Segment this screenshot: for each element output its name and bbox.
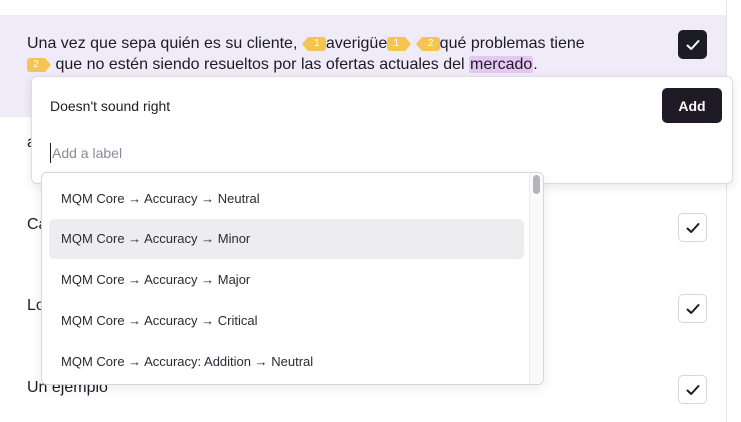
segment-source-text[interactable]: Una vez que sepa quién es su cliente, 1a…	[27, 33, 657, 75]
dropdown-scroll-thumb[interactable]	[533, 175, 540, 194]
segment-text-part: qué problemas tiene	[439, 35, 585, 52]
segment-confirm-button[interactable]	[678, 375, 707, 404]
add-button[interactable]: Add	[662, 88, 722, 123]
right-divider	[726, 0, 727, 422]
label-option[interactable]: MQM Core → Accuracy → Major	[49, 260, 524, 300]
segment-text-part: que no estén siendo resueltos por las of…	[51, 56, 470, 73]
tag-2-open[interactable]: 2	[415, 37, 440, 51]
label-option[interactable]: MQM Core → Accuracy → Minor	[49, 219, 524, 259]
checkmark-icon	[686, 222, 699, 233]
issue-popover: Doesn't sound right Add	[31, 76, 733, 184]
tag-1-open[interactable]: 1	[301, 37, 326, 51]
segment-text-part: .	[533, 56, 538, 73]
label-dropdown: MQM Core → Accuracy → Neutral MQM Core →…	[41, 172, 544, 385]
segment-confirm-button[interactable]	[678, 294, 707, 323]
label-option[interactable]: MQM Core → Accuracy: Addition → Neutral	[49, 342, 524, 382]
checkmark-icon	[686, 39, 699, 50]
checkmark-icon	[686, 303, 699, 314]
checkmark-icon	[686, 384, 699, 395]
dropdown-scrollbar[interactable]	[529, 173, 543, 384]
label-option[interactable]: MQM Core → Accuracy → Critical	[49, 301, 524, 341]
tag-2-close[interactable]: 2	[27, 58, 51, 72]
segment-confirm-button[interactable]	[678, 30, 707, 59]
segment-text-part: Una vez que sepa quién es su cliente,	[27, 35, 302, 52]
segment-text-part: averigüe	[325, 35, 388, 52]
tag-1-close[interactable]: 1	[387, 37, 412, 51]
label-option[interactable]: MQM Core → Accuracy → Neutral	[49, 179, 524, 219]
label-search-input[interactable]	[50, 143, 610, 163]
segment-confirm-button[interactable]	[678, 213, 707, 242]
issue-comment-text: Doesn't sound right	[50, 98, 171, 114]
highlighted-issue-word[interactable]: mercado	[469, 56, 534, 73]
